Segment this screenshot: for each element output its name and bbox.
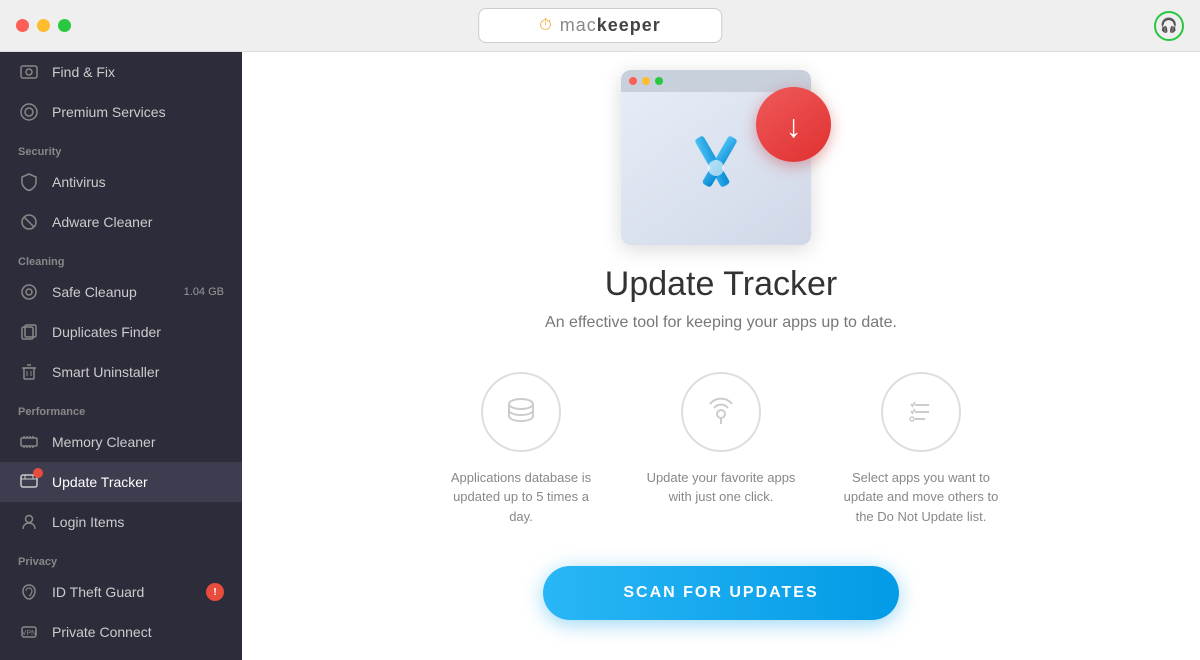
alert-badge: ! xyxy=(206,583,224,601)
trash-icon xyxy=(18,361,40,383)
copy-icon xyxy=(18,321,40,343)
mock-minimize xyxy=(642,77,650,85)
sidebar-section-performance: Performance xyxy=(0,392,242,422)
traffic-lights xyxy=(16,19,71,32)
titlebar-right: 🎧 xyxy=(1154,11,1184,41)
fingerprint-icon xyxy=(18,581,40,603)
sidebar-section-cleaning: Cleaning xyxy=(0,242,242,272)
hero-illustration: ↓ xyxy=(611,82,831,245)
broadcast-icon-circle xyxy=(681,372,761,452)
titlebar-search-box: ⏱ mackeeper xyxy=(478,8,722,43)
update-tracker-icon xyxy=(18,471,40,493)
sidebar-item-update-tracker[interactable]: Update Tracker xyxy=(0,462,242,502)
mock-maximize xyxy=(655,77,663,85)
close-button[interactable] xyxy=(16,19,29,32)
main-layout: Find & Fix Premium Services Security Ant… xyxy=(0,52,1200,660)
feature-desc-select-apps: Select apps you want to update and move … xyxy=(841,468,1001,527)
sidebar-item-memory-cleaner[interactable]: Memory Cleaner xyxy=(0,422,242,462)
sidebar-section-privacy: Privacy xyxy=(0,542,242,572)
feature-desc-database: Applications database is updated up to 5… xyxy=(441,468,601,527)
mock-close xyxy=(629,77,637,85)
shield-icon xyxy=(18,171,40,193)
list-check-icon-circle xyxy=(881,372,961,452)
sidebar-item-find-fix[interactable]: Find & Fix xyxy=(0,52,242,92)
person-icon xyxy=(18,511,40,533)
support-icon[interactable]: 🎧 xyxy=(1154,11,1184,41)
star-icon xyxy=(18,101,40,123)
sidebar-item-adware-cleaner[interactable]: Adware Cleaner xyxy=(0,202,242,242)
memory-icon xyxy=(18,431,40,453)
vpn-icon: VPN xyxy=(18,621,40,643)
minimize-button[interactable] xyxy=(37,19,50,32)
feature-title: Update Tracker xyxy=(605,265,837,304)
app-brand: mackeeper xyxy=(560,15,661,36)
clock-icon: ⏱ xyxy=(539,17,551,35)
database-icon-circle xyxy=(481,372,561,452)
feature-item-select-apps: Select apps you want to update and move … xyxy=(841,372,1001,527)
app-store-svg xyxy=(671,123,761,213)
sidebar-item-stopad[interactable]: StopAd xyxy=(0,652,242,660)
scan-for-updates-button[interactable]: SCAN FOR UPDATES xyxy=(543,566,898,620)
database-icon xyxy=(503,394,539,430)
sidebar-item-safe-cleanup[interactable]: Safe Cleanup 1.04 GB xyxy=(0,272,242,312)
download-arrow-icon: ↓ xyxy=(786,108,802,145)
sidebar-item-login-items[interactable]: Login Items xyxy=(0,502,242,542)
download-badge: ↓ xyxy=(756,87,831,162)
sidebar-item-antivirus[interactable]: Antivirus xyxy=(0,162,242,202)
svg-text:VPN: VPN xyxy=(22,630,36,637)
feature-desc-one-click: Update your favorite apps with just one … xyxy=(641,468,801,507)
sidebar-section-security: Security xyxy=(0,132,242,162)
broadcast-icon xyxy=(703,394,739,430)
ban-icon xyxy=(18,211,40,233)
maximize-button[interactable] xyxy=(58,19,71,32)
sidebar-item-id-theft-guard[interactable]: ID Theft Guard ! xyxy=(0,572,242,612)
list-check-icon xyxy=(903,394,939,430)
feature-item-one-click: Update your favorite apps with just one … xyxy=(641,372,801,527)
feature-subtitle: An effective tool for keeping your apps … xyxy=(545,314,897,332)
feature-item-database: Applications database is updated up to 5… xyxy=(441,372,601,527)
features-row: Applications database is updated up to 5… xyxy=(441,372,1001,527)
main-content: ↓ Update Tracker An effective tool for k… xyxy=(242,52,1200,660)
wrench-icon xyxy=(18,61,40,83)
sidebar-item-premium-services[interactable]: Premium Services xyxy=(0,92,242,132)
sidebar-item-private-connect[interactable]: VPN Private Connect xyxy=(0,612,242,652)
sidebar-item-smart-uninstaller[interactable]: Smart Uninstaller xyxy=(0,352,242,392)
titlebar: ⏱ mackeeper 🎧 xyxy=(0,0,1200,52)
titlebar-center: ⏱ mackeeper xyxy=(478,8,722,43)
sidebar: Find & Fix Premium Services Security Ant… xyxy=(0,52,242,660)
cleanup-icon xyxy=(18,281,40,303)
sidebar-item-duplicates-finder[interactable]: Duplicates Finder xyxy=(0,312,242,352)
